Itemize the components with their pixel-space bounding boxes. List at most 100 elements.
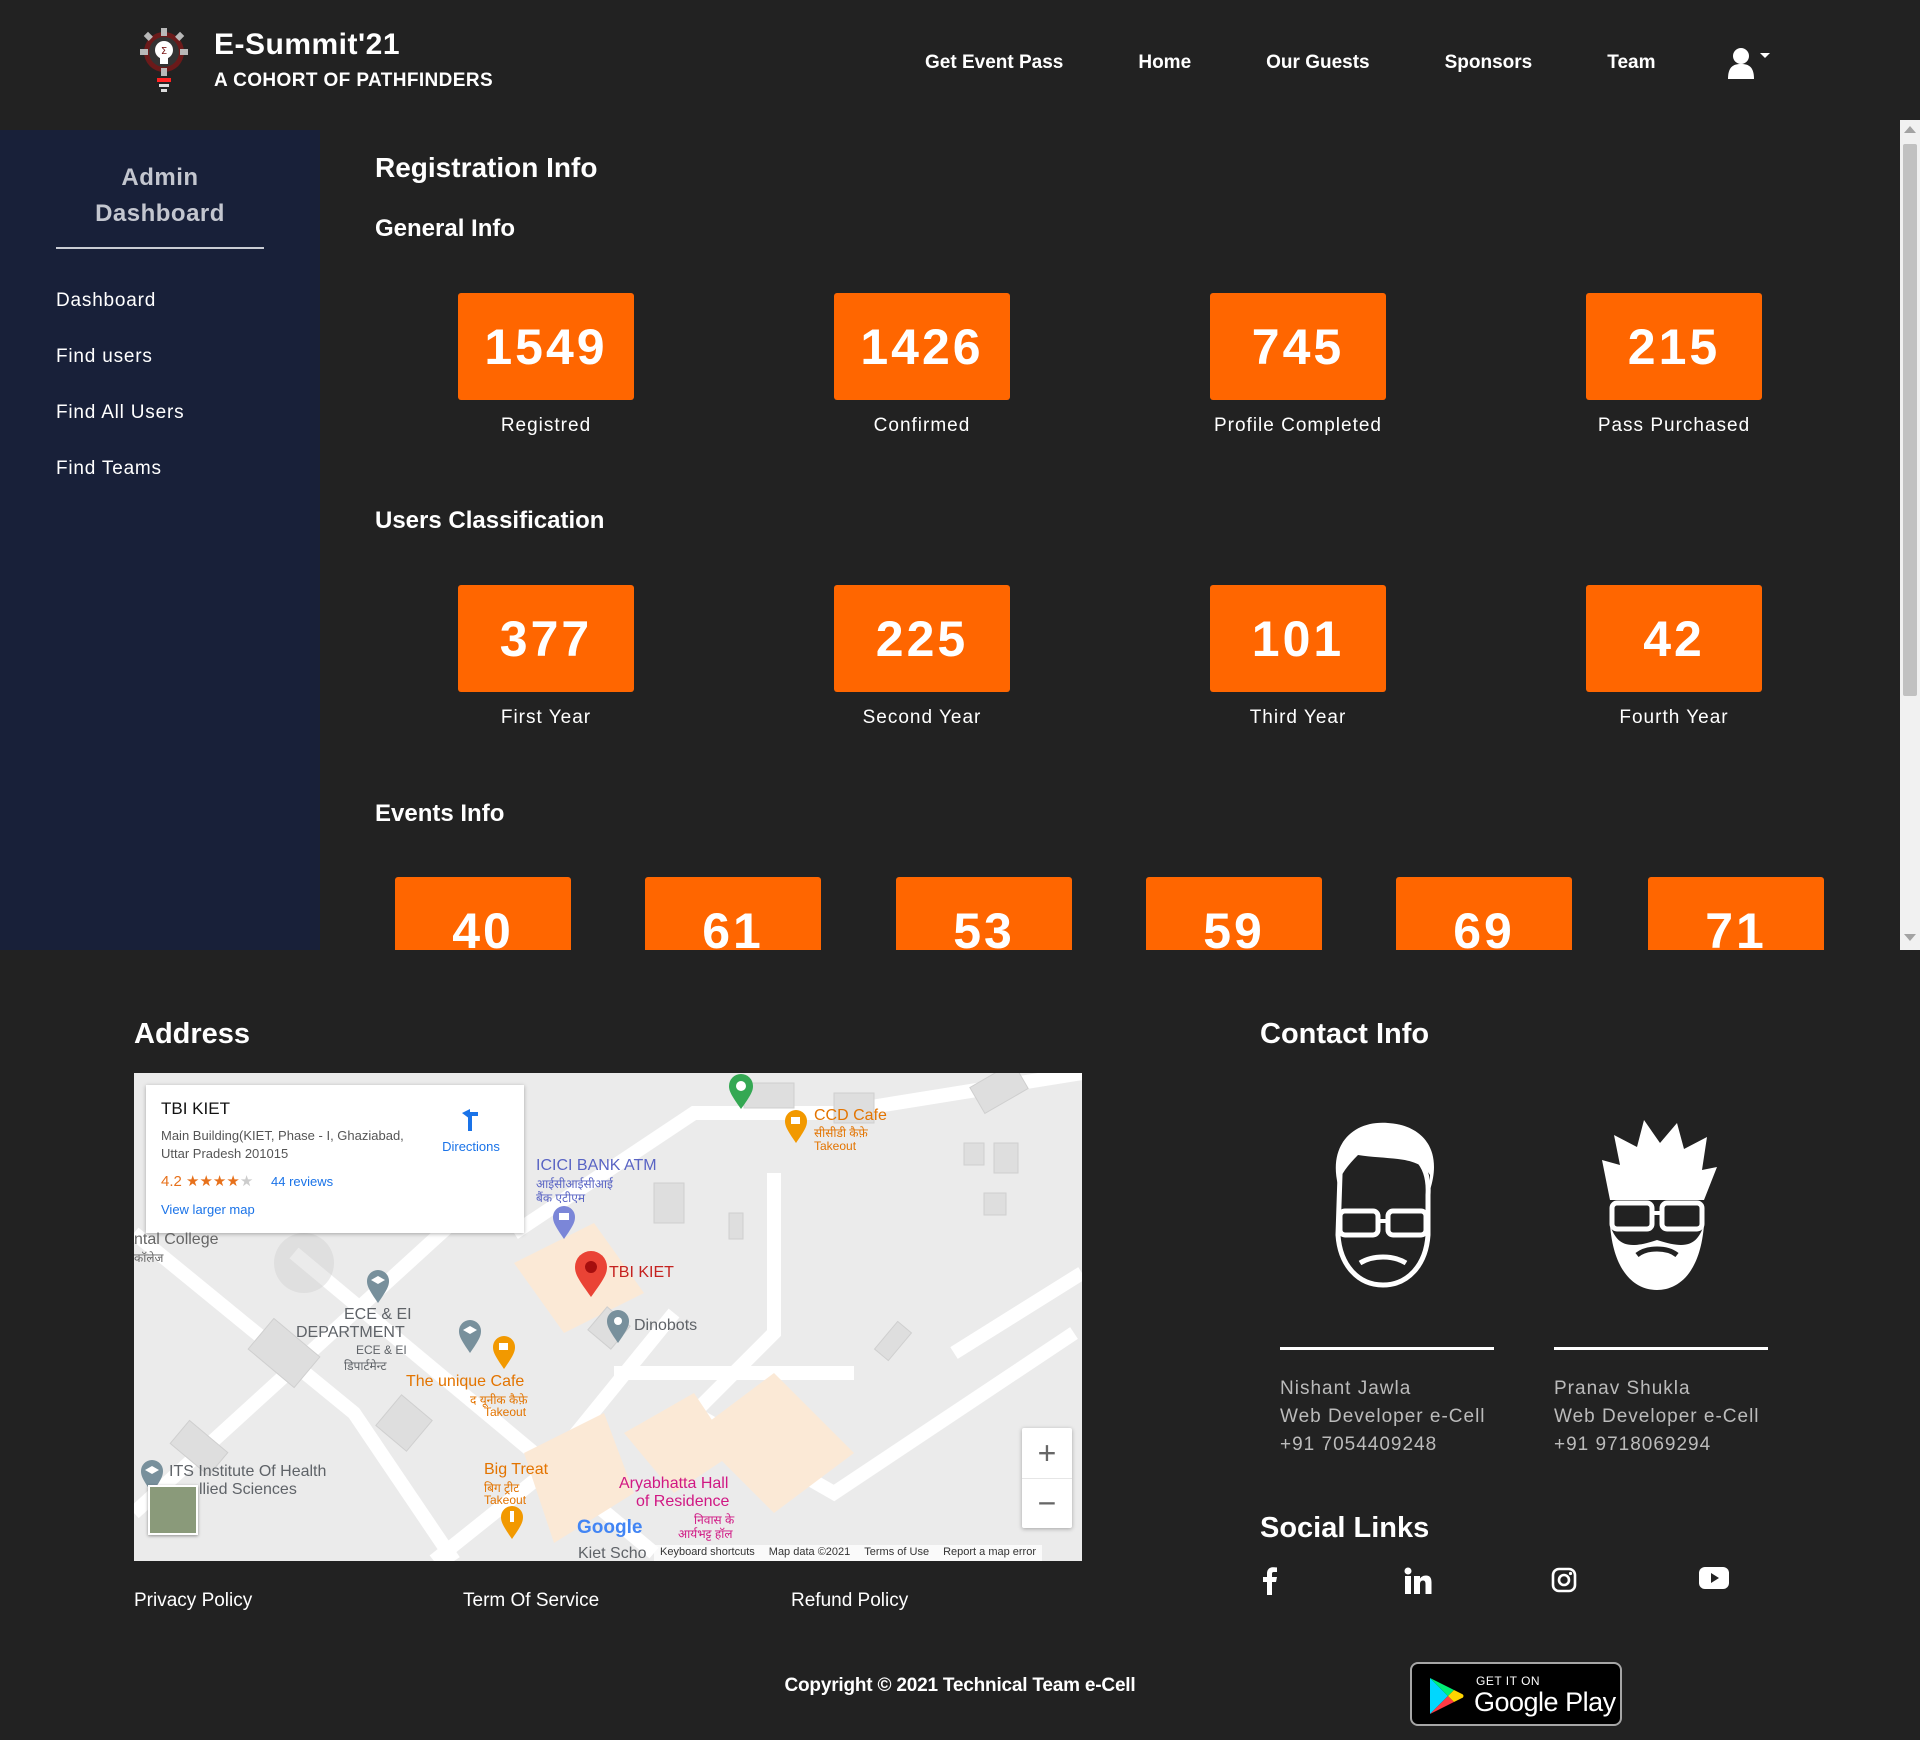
- contact-divider: [1554, 1347, 1768, 1350]
- instagram-link[interactable]: [1551, 1567, 1577, 1593]
- sidebar-item-find-all-users[interactable]: Find All Users: [56, 402, 184, 424]
- stat-value: 745: [1210, 293, 1386, 400]
- google-play-badge[interactable]: GET IT ON Google Play: [1410, 1662, 1622, 1726]
- map-label-ece-ei: ECE & EI: [344, 1306, 412, 1323]
- map-report-error-link[interactable]: Report a map error: [943, 1546, 1036, 1560]
- map-label-college-hi: कॉलेज: [134, 1251, 164, 1265]
- map-label-ccd-takeout: Takeout: [814, 1139, 857, 1153]
- linkedin-icon: [1404, 1567, 1432, 1594]
- directions-button[interactable]: Directions: [430, 1107, 512, 1154]
- stat-card-registered: 1549 Registred: [458, 293, 634, 437]
- map-rating-value: 4.2: [161, 1173, 182, 1190]
- contact-role: Web Developer e-Cell: [1554, 1406, 1760, 1427]
- map-reviews-link[interactable]: 44 reviews: [271, 1174, 333, 1189]
- address-heading: Address: [134, 1018, 251, 1050]
- google-play-icon: [1430, 1678, 1464, 1714]
- satellite-toggle-button[interactable]: [148, 1485, 198, 1535]
- term-of-service-link[interactable]: Term Of Service: [463, 1590, 599, 1612]
- contact-divider: [1280, 1347, 1494, 1350]
- star-rating-icon: ★★★★★: [186, 1173, 254, 1190]
- developer-avatar-icon: [1335, 1122, 1434, 1288]
- nav-team[interactable]: Team: [1607, 52, 1655, 74]
- event-count-card: 61: [645, 877, 821, 950]
- sidebar-item-find-users[interactable]: Find users: [56, 346, 153, 368]
- page-title: Registration Info: [375, 152, 598, 183]
- user-icon: [1728, 48, 1755, 79]
- zoom-in-button[interactable]: +: [1022, 1428, 1072, 1478]
- user-menu-dropdown[interactable]: [1728, 47, 1772, 79]
- privacy-policy-link[interactable]: Privacy Policy: [134, 1590, 252, 1612]
- map-data-credit: Map data ©2021: [768, 1546, 851, 1558]
- copyright: Copyright © 2021 Technical Team e-Cell: [784, 1675, 1136, 1696]
- play-badge-small-text: GET IT ON: [1476, 1674, 1541, 1688]
- stat-value: 377: [458, 585, 634, 692]
- stat-label: Third Year: [1249, 707, 1347, 728]
- stat-label: Fourth Year: [1619, 707, 1729, 728]
- scroll-down-arrow-icon[interactable]: [1904, 934, 1916, 941]
- map-label-icici-atm: ICICI BANK ATM: [536, 1157, 657, 1174]
- instagram-icon: [1551, 1567, 1577, 1593]
- stat-value: 1426: [834, 293, 1010, 400]
- map-label-aryabhatta: Aryabhatta Hall: [619, 1475, 729, 1492]
- nav-links: Get Event Pass Home Our Guests Sponsors …: [925, 47, 1772, 79]
- stat-label: Pass Purchased: [1597, 415, 1751, 436]
- refund-policy-link[interactable]: Refund Policy: [791, 1590, 908, 1612]
- map-label-dinobots: Dinobots: [634, 1317, 698, 1334]
- brand-title: E-Summit'21: [214, 28, 401, 61]
- cafe-marker-icon: [493, 1336, 515, 1369]
- map-place-address: Main Building(KIET, Phase - I, Ghaziabad…: [161, 1128, 404, 1161]
- cafe-marker-icon: [785, 1110, 807, 1143]
- sidebar-title-line2: Dashboard: [95, 200, 225, 227]
- social-links-heading: Social Links: [1260, 1512, 1430, 1544]
- nav-sponsors[interactable]: Sponsors: [1445, 52, 1533, 74]
- linkedin-link[interactable]: [1404, 1567, 1432, 1595]
- stat-card-profile-completed: 745 Profile Completed: [1210, 293, 1386, 437]
- contact-name: Pranav Shukla: [1554, 1378, 1691, 1399]
- stat-value: 215: [1586, 293, 1762, 400]
- map-zoom-control: + −: [1022, 1428, 1072, 1528]
- event-count-card: 59: [1146, 877, 1322, 950]
- nav-our-guests[interactable]: Our Guests: [1266, 52, 1369, 74]
- stat-label: Confirmed: [873, 415, 971, 436]
- scroll-thumb[interactable]: [1903, 144, 1917, 696]
- map-label-college: ntal College: [134, 1231, 219, 1248]
- users-classification-heading: Users Classification: [375, 507, 605, 534]
- contact-phone[interactable]: +91 9718069294: [1554, 1431, 1760, 1459]
- sidebar-item-dashboard[interactable]: Dashboard: [56, 290, 156, 312]
- dashboard-frame: Admin Dashboard Dashboard Find users Fin…: [0, 120, 1920, 950]
- stat-card-fourth-year: 42 Fourth Year: [1586, 585, 1762, 729]
- map-place-card: TBI KIET Main Building(KIET, Phase - I, …: [146, 1085, 524, 1233]
- place-marker-icon: [607, 1310, 629, 1343]
- map-label-aryabhatta2: of Residence: [636, 1493, 730, 1510]
- event-count-card: 53: [896, 877, 1072, 950]
- nav-get-event-pass[interactable]: Get Event Pass: [925, 52, 1063, 74]
- contact-info-heading: Contact Info: [1260, 1018, 1430, 1050]
- contact-phone[interactable]: +91 7054409248: [1280, 1431, 1486, 1459]
- youtube-icon: [1699, 1567, 1729, 1589]
- scroll-up-arrow-icon[interactable]: [1904, 126, 1916, 133]
- navbar: Σ E-Summit'21 A COHORT OF PATHFINDERS Ge…: [0, 0, 1920, 120]
- contact-details: Nishant Jawla Web Developer e-Cell +91 7…: [1280, 1375, 1486, 1459]
- sidebar-item-find-teams[interactable]: Find Teams: [56, 458, 162, 480]
- footer: Address TBI KIET Main Building(KIET, Pha…: [0, 950, 1920, 1740]
- brand[interactable]: Σ E-Summit'21 A COHORT OF PATHFINDERS: [140, 26, 493, 94]
- nav-home[interactable]: Home: [1138, 52, 1191, 74]
- facebook-link[interactable]: [1262, 1567, 1278, 1595]
- map-rating: 4.2 ★★★★★: [161, 1172, 253, 1190]
- map-terms-link[interactable]: Terms of Use: [864, 1546, 929, 1560]
- map-label-tbi-kiet: TBI KIET: [609, 1264, 674, 1281]
- map-keyboard-shortcuts[interactable]: Keyboard shortcuts: [660, 1546, 755, 1560]
- view-larger-map-link[interactable]: View larger map: [161, 1202, 255, 1217]
- dashboard-content: Registration Info General Info 1549 Regi…: [320, 120, 1900, 950]
- youtube-link[interactable]: [1699, 1567, 1729, 1589]
- content-scrollbar[interactable]: [1900, 120, 1920, 950]
- stat-card-first-year: 377 First Year: [458, 585, 634, 729]
- map-attribution: Keyboard shortcuts Map data ©2021 Terms …: [654, 1545, 1043, 1561]
- contact-role: Web Developer e-Cell: [1280, 1406, 1486, 1427]
- directions-icon: [462, 1109, 478, 1131]
- sidebar-divider: [56, 247, 264, 249]
- food-marker-icon: [501, 1506, 523, 1539]
- zoom-out-button[interactable]: −: [1022, 1478, 1072, 1528]
- play-badge-big-text: Google Play: [1474, 1687, 1616, 1717]
- embedded-map[interactable]: TBI KIET Main Building(KIET, Phase - I, …: [134, 1073, 1082, 1561]
